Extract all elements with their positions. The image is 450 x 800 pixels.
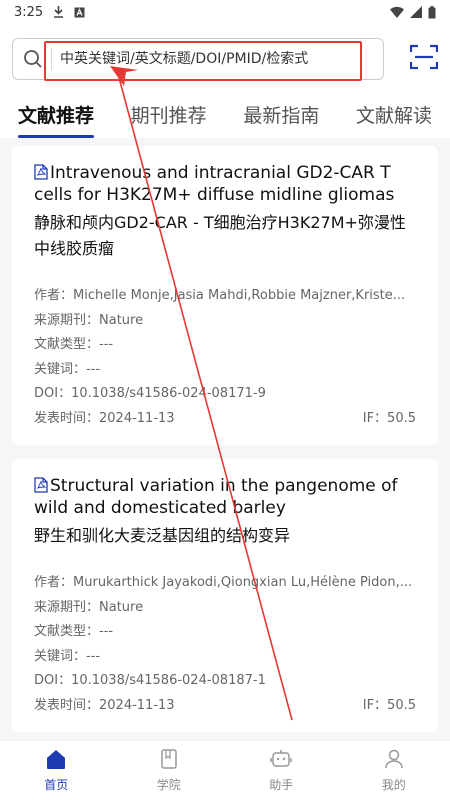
source-value: Nature: [99, 312, 144, 328]
battery-icon: [428, 5, 436, 19]
article-feed: Intravenous and intracranial GD2-CAR T c…: [0, 138, 450, 732]
doi-value: 10.1038/s41586-024-08187-1: [71, 673, 266, 688]
type-label: 文献类型：: [34, 624, 100, 639]
type-label: 文献类型：: [34, 337, 100, 352]
article-meta: 作者： Murukarthick Jayakodi,Qiongxian Lu,Hé…: [34, 571, 416, 718]
nav-home-label: 首页: [44, 778, 69, 792]
author-label: 作者：: [34, 288, 74, 303]
status-bar: 3:25: [0, 0, 450, 24]
article-card[interactable]: Structural variation in the pangenome of…: [12, 459, 438, 732]
nav-assistant[interactable]: 助手: [225, 741, 338, 800]
keywords-label: 关键词：: [34, 648, 87, 664]
article-title-en[interactable]: Intravenous and intracranial GD2-CAR T c…: [34, 162, 416, 206]
tab-literature-interpretation[interactable]: 文献解读: [356, 101, 432, 138]
article-title-cn: 静脉和颅内GD2-CAR - T细胞治疗H3K27M+弥漫性中线胶质瘤: [34, 213, 406, 258]
bottom-navigation: 首页 学院 助手 我的: [0, 740, 450, 800]
doi-label: DOI：: [34, 386, 72, 401]
article-title-en[interactable]: Structural variation in the pangenome of…: [34, 475, 416, 519]
article-meta: 作者： Michelle Monje,Jasia Mahdi,Robbie Maj…: [34, 284, 416, 431]
download-icon: [53, 6, 64, 18]
category-tabs: 文献推荐 期刊推荐 最新指南 文献解读: [0, 90, 450, 138]
if-label: IF：: [362, 410, 388, 426]
type-value: ---: [99, 337, 114, 352]
tab-literature-recommend[interactable]: 文献推荐: [18, 101, 95, 138]
if-value: 50.5: [387, 697, 416, 713]
keywords-label: 关键词：: [34, 361, 87, 377]
if-label: IF：: [362, 697, 388, 713]
article-card[interactable]: Intravenous and intracranial GD2-CAR T c…: [12, 146, 438, 445]
authors-value: Murukarthick Jayakodi,Qiongxian Lu,Hélèn…: [73, 575, 413, 590]
date-value: 2024-11-13: [99, 697, 175, 713]
search-icon: [23, 49, 43, 69]
search-input[interactable]: [60, 51, 330, 67]
pdf-icon: [34, 164, 48, 180]
scan-icon: [409, 44, 439, 74]
article-title-cn: 野生和驯化大麦泛基因组的结构变异: [34, 526, 291, 545]
search-divider: [51, 48, 52, 70]
if-value: 50.5: [387, 410, 416, 426]
wifi-icon: [390, 6, 404, 18]
tab-journal-recommend[interactable]: 期刊推荐: [131, 101, 207, 138]
nav-profile[interactable]: 我的: [338, 741, 450, 800]
status-time: 3:25: [14, 4, 44, 20]
doi-label: DOI：: [34, 673, 72, 688]
nav-assistant-label: 助手: [269, 778, 294, 792]
user-icon: [383, 748, 405, 773]
nav-profile-label: 我的: [381, 778, 406, 792]
date-value: 2024-11-13: [99, 410, 175, 426]
scan-button[interactable]: [384, 38, 439, 80]
app-notification-icon: [74, 7, 85, 18]
home-icon: [45, 748, 67, 773]
nav-home[interactable]: 首页: [0, 741, 113, 800]
type-value: ---: [99, 624, 114, 639]
search-bar: [0, 24, 450, 90]
tab-latest-guidelines[interactable]: 最新指南: [243, 101, 319, 138]
search-box[interactable]: [12, 38, 384, 80]
author-label: 作者：: [34, 575, 74, 590]
nav-academy[interactable]: 学院: [113, 741, 226, 800]
doi-value: 10.1038/s41586-024-08171-9: [71, 386, 266, 401]
source-value: Nature: [99, 599, 144, 615]
date-label: 发表时间：: [34, 697, 100, 713]
robot-icon: [270, 748, 292, 773]
date-label: 发表时间：: [34, 410, 100, 426]
pdf-icon: [34, 477, 48, 493]
book-icon: [158, 748, 180, 773]
source-label: 来源期刊：: [34, 312, 100, 328]
authors-value: Michelle Monje,Jasia Mahdi,Robbie Majzne…: [73, 288, 406, 303]
source-label: 来源期刊：: [34, 599, 100, 615]
signal-icon: [410, 6, 422, 18]
nav-academy-label: 学院: [156, 778, 181, 792]
keywords-value: ---: [86, 361, 101, 377]
keywords-value: ---: [86, 648, 101, 664]
